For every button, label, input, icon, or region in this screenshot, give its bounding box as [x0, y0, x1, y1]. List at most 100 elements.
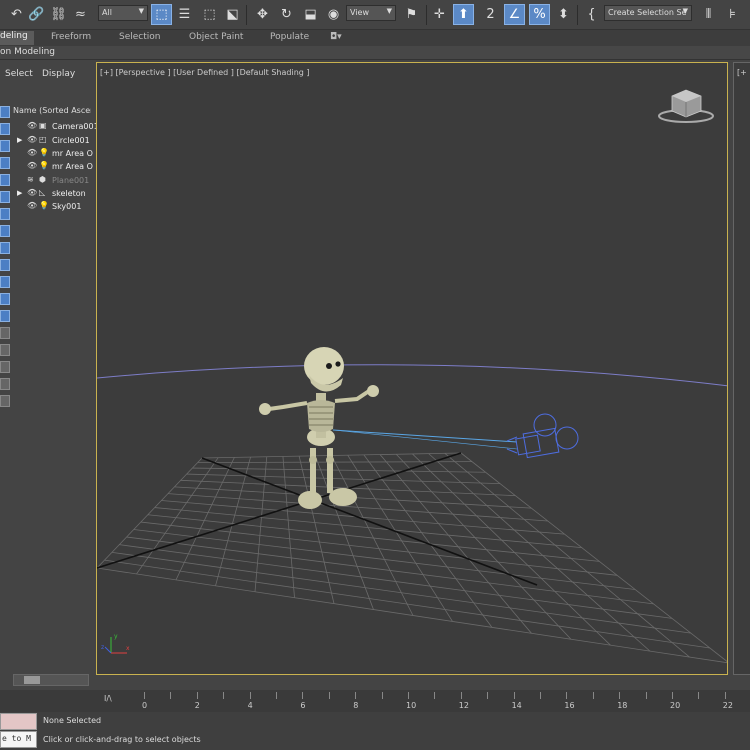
select-manipulate-icon[interactable]: ✛ — [429, 4, 450, 25]
explorer-horizontal-scrollbar[interactable] — [13, 674, 89, 686]
mini-curve-editor-toggle[interactable]: I/\ — [104, 694, 112, 703]
viewport-scene[interactable]: y x z — [97, 63, 728, 675]
visibility-eye-icon[interactable]: 👁 — [27, 121, 37, 130]
list-item[interactable]: ▶ 👁 ◰ Circle001 — [13, 135, 91, 148]
ribbon-options-icon[interactable]: ◘▾ — [330, 32, 342, 42]
spinner-snap-icon[interactable]: ⬍ — [553, 4, 574, 25]
filter-frozen-icon[interactable] — [0, 276, 10, 288]
circle-shape[interactable] — [97, 364, 728, 387]
filter-cameras-icon[interactable] — [0, 157, 10, 169]
pivot-icon[interactable]: ⚑ — [401, 4, 422, 25]
select-object-icon[interactable]: ⬚ — [151, 4, 172, 25]
world-axis-tripod-icon: y x z — [101, 633, 130, 654]
ribbon-panel: on Modeling — [0, 46, 750, 60]
tab-modeling[interactable]: deling — [0, 31, 34, 45]
perspective-viewport[interactable]: y x z [+] [Perspective ] [User Defined ]… — [96, 62, 728, 675]
filter-shapes-icon[interactable] — [0, 123, 10, 135]
timeline-tick — [434, 692, 436, 699]
visibility-eye-icon[interactable]: 👁 — [27, 148, 37, 157]
ribbon-tabs: deling Freeform Selection Object Paint P… — [0, 30, 750, 46]
filter-bones-icon[interactable] — [0, 242, 10, 254]
camera-wireframe[interactable] — [506, 413, 579, 459]
grid-line — [254, 456, 268, 592]
move-icon[interactable]: ✥ — [252, 4, 273, 25]
track-bar[interactable]: I/\ 0 2 4 6 8 10 12 14 16 18 20 22 — [0, 690, 750, 712]
list-item[interactable]: 👁 💡 mr Area O — [13, 161, 93, 174]
rotate-icon[interactable]: ↻ — [276, 4, 297, 25]
filter-containers-icon[interactable] — [0, 259, 10, 271]
svg-text:y: y — [114, 633, 118, 640]
explorer-column-header[interactable]: Name (Sorted Ascend — [13, 106, 91, 119]
side-viewport-label[interactable]: [+ — [737, 68, 747, 77]
viewport-label-menu[interactable]: [+] [Perspective ] [User Defined ] [Defa… — [100, 68, 310, 77]
align-icon[interactable]: ⊧ — [722, 4, 743, 25]
funnel-icon[interactable] — [0, 395, 10, 407]
timeline-tick — [645, 692, 647, 699]
side-viewport[interactable]: [+ — [733, 62, 750, 675]
tab-object-paint[interactable]: Object Paint — [189, 32, 243, 42]
filter-spacewarps-icon[interactable] — [0, 191, 10, 203]
display-children-icon[interactable] — [0, 361, 10, 373]
visibility-eye-icon[interactable]: 👁 — [27, 188, 37, 197]
maxscript-mini-input[interactable]: e to M — [0, 731, 37, 748]
percent-snap-icon[interactable]: % — [529, 4, 550, 25]
place-icon[interactable]: ◉ — [323, 4, 344, 25]
visibility-eye-icon[interactable]: 👁 — [27, 201, 37, 210]
selection-filter-dropdown[interactable]: All ▼ — [98, 5, 148, 21]
rect-region-icon[interactable]: ⬚ — [199, 4, 220, 25]
mirror-icon[interactable]: ⫴ — [698, 4, 719, 25]
edit-named-selection-icon[interactable]: { — [581, 4, 602, 25]
ribbon-panel-label[interactable]: on Modeling — [0, 47, 55, 57]
bind-spacewarp-icon[interactable]: ≈ — [70, 4, 91, 25]
timeline-ticks[interactable]: 0 2 4 6 8 10 12 14 16 18 20 22 — [134, 690, 750, 712]
expand-icon[interactable]: ▶ — [17, 136, 22, 144]
explorer-menu-display[interactable]: Display — [42, 69, 75, 79]
viewcube-icon[interactable] — [658, 89, 714, 123]
scale-icon[interactable]: ⬓ — [300, 4, 321, 25]
filter-none-icon[interactable] — [0, 327, 10, 339]
explorer-menu-select[interactable]: Select — [5, 69, 33, 79]
display-influences-icon[interactable] — [0, 378, 10, 390]
window-crossing-icon[interactable]: ⬕ — [222, 4, 243, 25]
filter-hidden-icon[interactable] — [0, 293, 10, 305]
unlink-icon[interactable]: ⛓ — [48, 4, 69, 25]
filter-helpers-icon[interactable] — [0, 174, 10, 186]
reference-coordinate-dropdown[interactable]: View ▼ — [346, 5, 396, 21]
filter-all-icon[interactable] — [0, 310, 10, 322]
tab-selection[interactable]: Selection — [119, 32, 160, 42]
timeline-tick — [249, 692, 251, 699]
bone-type-icon: ◺ — [39, 188, 46, 197]
chevron-down-icon: ▼ — [138, 7, 144, 15]
timeline-tick — [355, 692, 357, 699]
named-selection-dropdown[interactable]: Create Selection Se ▼ — [604, 5, 692, 21]
timeline-frame-number: 0 — [142, 701, 148, 710]
toolbar-separator — [426, 5, 427, 25]
snap-icon[interactable]: 2 — [480, 4, 501, 25]
filter-groups-icon[interactable] — [0, 208, 10, 220]
grid-line — [97, 567, 727, 664]
timeline-tick — [144, 692, 145, 699]
tab-freeform[interactable]: Freeform — [51, 32, 91, 42]
select-and-link-icon[interactable]: 🔗 — [26, 4, 47, 25]
scrollbar-thumb[interactable] — [24, 676, 40, 684]
list-item[interactable]: ≋ ⬢ Plane001 — [13, 175, 91, 188]
visibility-eye-icon[interactable]: 👁 — [27, 161, 37, 170]
keyboard-shortcut-icon[interactable]: ⬆ — [453, 4, 474, 25]
list-item[interactable]: 👁 💡 Sky001 — [13, 201, 91, 214]
maxscript-listener-field[interactable] — [0, 713, 37, 730]
filter-lights-icon[interactable] — [0, 140, 10, 152]
tab-populate[interactable]: Populate — [270, 32, 309, 42]
visibility-eye-icon[interactable]: 👁 — [27, 135, 37, 144]
list-item[interactable]: 👁 ▣ Camera001 — [13, 121, 99, 134]
list-item[interactable]: ▶ 👁 ◺ skeleton — [13, 188, 91, 201]
filter-invert-icon[interactable] — [0, 344, 10, 356]
filter-xrefs-icon[interactable] — [0, 225, 10, 237]
filter-geometry-icon[interactable] — [0, 106, 10, 118]
undo-link-icon[interactable]: ↶ — [6, 4, 27, 25]
frozen-icon[interactable]: ≋ — [27, 175, 34, 184]
object-name: mr Area O — [52, 162, 93, 171]
angle-snap-icon[interactable]: ∠ — [504, 4, 525, 25]
list-item[interactable]: 👁 💡 mr Area O — [13, 148, 93, 161]
expand-icon[interactable]: ▶ — [17, 189, 22, 197]
select-by-name-icon[interactable]: ☰ — [174, 4, 195, 25]
